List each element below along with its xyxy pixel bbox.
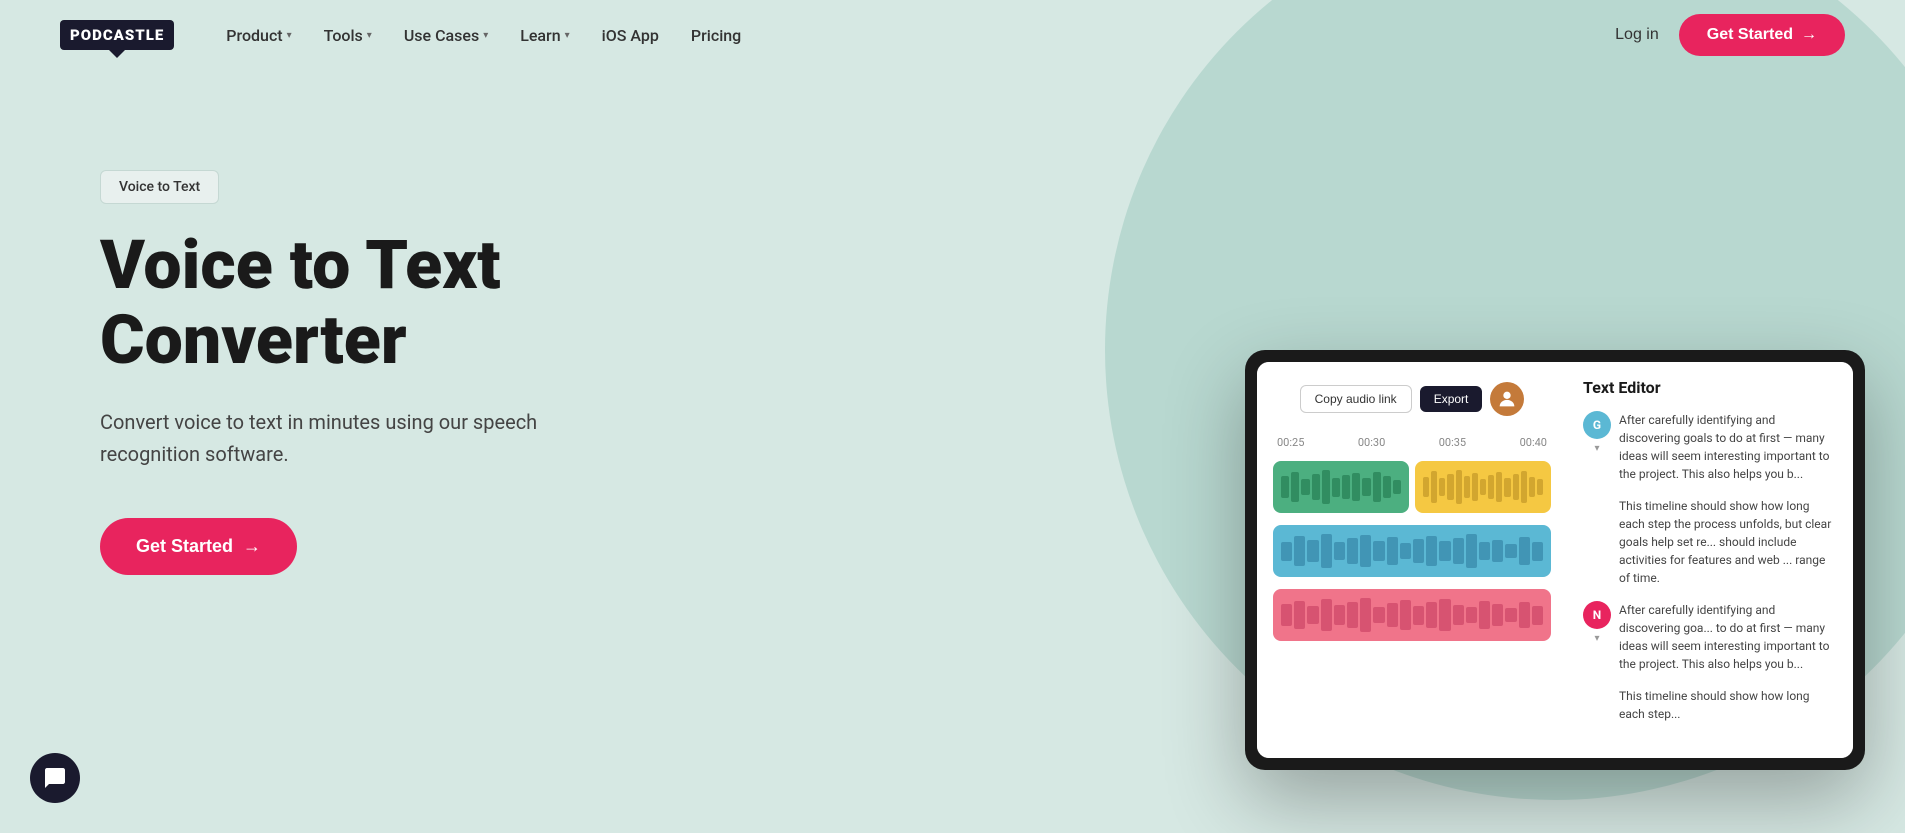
logo[interactable]: PODCASTLE [60,20,174,50]
copy-audio-link-button[interactable]: Copy audio link [1300,385,1412,413]
nav-item-ios-app[interactable]: iOS App [590,18,671,53]
track-row-1 [1273,461,1551,513]
text-editor-title: Text Editor [1583,378,1837,397]
editor-text-n2: This timeline should show how long each … [1619,687,1837,723]
waveform-toolbar: Copy audio link Export [1273,382,1551,416]
editor-text-g1: After carefully identifying and discover… [1619,411,1837,483]
hero-title: Voice to Text Converter [100,228,680,378]
text-editor-panel: Text Editor G ▾ After carefully identify… [1567,362,1853,758]
hero-subtitle: Convert voice to text in minutes using o… [100,406,580,470]
chevron-down-icon: ▾ [1594,443,1599,454]
editor-block-g2: This timeline should show how long each … [1583,497,1837,587]
editor-block-n2: This timeline should show how long each … [1583,687,1837,723]
get-started-hero-button[interactable]: Get Started → [100,518,297,575]
hero-section: Voice to Text Voice to Text Converter Co… [0,70,1905,820]
nav-item-pricing[interactable]: Pricing [679,18,753,53]
editor-avatar-n: N [1583,601,1611,629]
nav-links: Product ▾ Tools ▾ Use Cases ▾ Learn ▾ iO… [214,18,753,53]
get-started-nav-button[interactable]: Get Started → [1679,14,1845,56]
waveform-track-blue [1273,525,1551,577]
login-button[interactable]: Log in [1615,26,1659,44]
hero-content: Voice to Text Voice to Text Converter Co… [100,130,680,575]
waveform-track-yellow [1415,461,1551,513]
editor-text-g2: This timeline should show how long each … [1619,497,1837,587]
chevron-down-icon: ▾ [483,30,488,41]
editor-avatar-g: G [1583,411,1611,439]
editor-block-n1: N ▾ After carefully identifying and disc… [1583,601,1837,673]
hero-badge: Voice to Text [100,170,219,204]
logo-text: PODCASTLE [60,20,174,50]
tablet-inner: Copy audio link Export 00:25 00:30 00:35… [1257,362,1853,758]
editor-text-n1: After carefully identifying and discover… [1619,601,1837,673]
nav-item-use-cases[interactable]: Use Cases ▾ [392,18,500,53]
waveform-track-green [1273,461,1409,513]
nav-item-product[interactable]: Product ▾ [214,18,303,53]
chevron-down-icon: ▾ [287,30,292,41]
chevron-down-icon: ▾ [367,30,372,41]
navbar: PODCASTLE Product ▾ Tools ▾ Use Cases ▾ … [0,0,1905,70]
navbar-right: Log in Get Started → [1615,14,1845,56]
export-button[interactable]: Export [1420,386,1483,412]
chevron-down-icon: ▾ [565,30,570,41]
chat-icon-button[interactable] [30,753,80,803]
editor-block-g1: G ▾ After carefully identifying and disc… [1583,411,1837,483]
waveform-track-pink [1273,589,1551,641]
tablet-mockup: Copy audio link Export 00:25 00:30 00:35… [1245,350,1865,770]
nav-item-learn[interactable]: Learn ▾ [508,18,581,53]
user-avatar [1490,382,1524,416]
waveform-panel: Copy audio link Export 00:25 00:30 00:35… [1257,362,1567,758]
time-labels: 00:25 00:30 00:35 00:40 [1273,436,1551,449]
nav-item-tools[interactable]: Tools ▾ [312,18,384,53]
navbar-left: PODCASTLE Product ▾ Tools ▾ Use Cases ▾ … [60,18,753,53]
chevron-down-icon: ▾ [1594,633,1599,644]
